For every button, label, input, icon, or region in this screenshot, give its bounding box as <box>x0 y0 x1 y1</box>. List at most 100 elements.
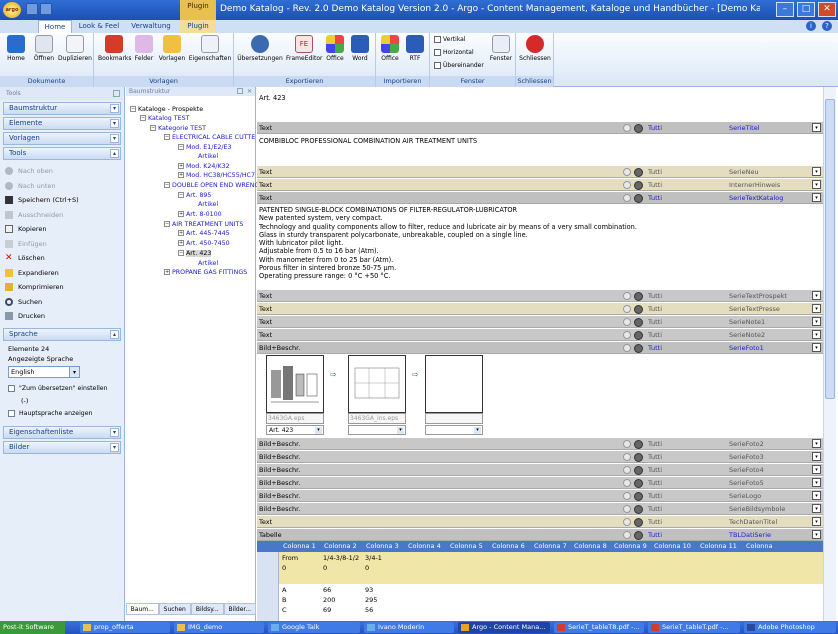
link-arrow-icon[interactable]: ⇨ <box>412 370 422 379</box>
expand-icon[interactable]: + <box>178 163 184 169</box>
taskbar-item[interactable]: prop_offerta <box>80 622 170 633</box>
close-icon[interactable]: ✕ <box>818 2 836 17</box>
collapse-icon[interactable]: − <box>164 221 170 227</box>
vertical-scrollbar[interactable] <box>823 87 836 621</box>
lock-icon[interactable] <box>623 344 631 352</box>
table-cell[interactable]: 66 <box>323 585 331 595</box>
section-elemente[interactable]: Elemente ▾ <box>3 117 121 130</box>
taskbar-item-active[interactable]: Argo - Content Mana... <box>458 622 550 633</box>
section-tools[interactable]: Tools ▴ <box>3 147 121 160</box>
pin-icon[interactable] <box>113 90 120 97</box>
close-icon[interactable]: ✕ <box>247 87 252 96</box>
field-bar[interactable]: Bild+Beschr. Tutti SerieFoto5 ▾ <box>257 477 823 489</box>
field-bar[interactable]: Text Tutti SerieTitel ▾ <box>257 122 823 134</box>
table-cell[interactable]: 0 <box>282 563 286 573</box>
tree-node[interactable]: − ELECTRICAL CABLE CUTTE <box>164 133 255 142</box>
tool-loeschen[interactable]: ✕ Löschen <box>0 251 124 266</box>
chevron-down-icon[interactable]: ▾ <box>812 304 821 313</box>
tab-plugin[interactable]: Plugin <box>180 20 216 33</box>
expand-icon[interactable]: + <box>164 269 170 275</box>
hauptsprache-checkbox[interactable]: Hauptsprache anzeigen <box>8 409 116 418</box>
collapse-icon[interactable]: − <box>178 192 184 198</box>
tree-node[interactable]: − Katalog TEST <box>140 114 189 123</box>
link-icon[interactable] <box>634 331 643 340</box>
expand-icon[interactable]: + <box>178 240 184 246</box>
export-office-button[interactable]: Office <box>324 35 346 67</box>
table-cell[interactable]: 3/4-1 <box>365 553 382 563</box>
schliessen-button[interactable]: Schliessen <box>518 35 552 67</box>
tree-node[interactable]: − Mod. E1/E2/E3 <box>178 143 231 152</box>
tab-baum[interactable]: Baum... <box>126 603 159 615</box>
taskbar-item[interactable]: Ivano Moderin <box>364 622 454 633</box>
lock-icon[interactable] <box>623 440 631 448</box>
field-bar[interactable]: Bild+Beschr. Tutti SerieFoto1 ▾ <box>257 342 823 354</box>
table-cell[interactable]: 0 <box>365 563 369 573</box>
field-bar[interactable]: Bild+Beschr. Tutti SerieFoto2 ▾ <box>257 438 823 450</box>
table-cell[interactable]: 1/4-3/8-1/2 <box>323 553 359 563</box>
katalog-text[interactable]: PATENTED SINGLE-BLOCK COMBINATIONS OF FI… <box>259 206 637 281</box>
collapse-icon[interactable]: − <box>150 125 156 131</box>
tree-node[interactable]: + Mod. K24/K32 <box>178 162 230 171</box>
expand-icon[interactable]: + <box>178 172 184 178</box>
lock-icon[interactable] <box>623 518 631 526</box>
bookmarks-button[interactable]: Bookmarks <box>98 35 132 67</box>
field-bar[interactable]: Bild+Beschr. Tutti SerieLogo ▾ <box>257 490 823 502</box>
table-column-header[interactable]: Colonna 7 <box>534 541 567 552</box>
collapse-icon[interactable]: − <box>140 115 146 121</box>
open-button[interactable]: Öffnen <box>32 35 56 67</box>
import-office-button[interactable]: Office <box>378 35 402 67</box>
table-column-header[interactable]: Colonna <box>746 541 773 552</box>
lock-icon[interactable] <box>623 453 631 461</box>
serie-titel-text[interactable]: COMBIBLOC PROFESSIONAL COMBINATION AIR T… <box>259 137 477 145</box>
table-cell[interactable]: 69 <box>323 605 331 615</box>
frameeditor-button[interactable]: FE FrameEditor <box>286 35 322 67</box>
link-icon[interactable] <box>634 479 643 488</box>
tree-node[interactable]: Artikel <box>198 200 218 209</box>
tool-kopieren[interactable]: Kopieren <box>0 222 124 237</box>
table-cell[interactable]: 0 <box>323 563 327 573</box>
text-area[interactable] <box>257 105 823 123</box>
field-bar[interactable]: Text Tutti SerieNote1 ▾ <box>257 316 823 328</box>
field-bar[interactable]: Text Tutti SerieTextPresse ▾ <box>257 303 823 315</box>
chevron-down-icon[interactable]: ▾ <box>812 123 821 132</box>
import-rtf-button[interactable]: RTF <box>404 35 426 67</box>
lock-icon[interactable] <box>623 168 631 176</box>
image-caption[interactable]: 3463GA.eps <box>266 413 324 424</box>
tool-drucken[interactable]: Drucken <box>0 309 124 324</box>
taskbar-start-item[interactable]: Post-it Software N... <box>0 621 65 634</box>
link-arrow-icon[interactable]: ⇨ <box>330 370 340 379</box>
lock-icon[interactable] <box>623 305 631 313</box>
collapse-icon[interactable]: − <box>130 106 136 112</box>
tool-einfuegen[interactable]: Einfügen <box>0 237 124 252</box>
tree-node[interactable]: Artikel <box>198 152 218 161</box>
tree-node[interactable]: + PROPANE GAS FITTINGS <box>164 268 247 277</box>
link-icon[interactable] <box>634 518 643 527</box>
tree-node[interactable]: − Kataloge - Prospekte <box>130 105 203 114</box>
image-thumbnail[interactable] <box>348 355 406 413</box>
pin-icon[interactable] <box>237 88 243 94</box>
chevron-down-icon[interactable]: ▾ <box>812 317 821 326</box>
taskbar-item[interactable]: SerieT_tableT.pdf -... <box>648 622 740 633</box>
expand-icon[interactable]: + <box>178 230 184 236</box>
link-icon[interactable] <box>634 466 643 475</box>
image-link-select[interactable]: Art. 423 ▾ <box>266 425 324 435</box>
tool-expandieren[interactable]: Expandieren <box>0 266 124 281</box>
table-row[interactable]: A 66 93 <box>257 585 823 595</box>
lock-icon[interactable] <box>623 292 631 300</box>
tree-node[interactable]: − AIR TREATMENT UNITS <box>164 220 243 229</box>
tool-komprimieren[interactable]: Komprimieren <box>0 280 124 295</box>
link-icon[interactable] <box>634 318 643 327</box>
tool-nach-unten[interactable]: Nach unten <box>0 179 124 194</box>
tree-node[interactable]: + Art. 8-0100 <box>178 210 222 219</box>
uebersetzungen-button[interactable]: Übersetzungen <box>236 35 284 67</box>
table-column-header[interactable]: Colonna 4 <box>408 541 441 552</box>
chevron-down-icon[interactable]: ▾ <box>812 193 821 202</box>
tree-node-selected[interactable]: − Art. 423 <box>178 249 212 258</box>
table-cell[interactable]: 200 <box>323 595 335 605</box>
table-column-header[interactable]: Colonna 6 <box>492 541 525 552</box>
article-title[interactable]: Art. 423 <box>259 94 286 102</box>
tab-look-feel[interactable]: Look & Feel <box>76 20 122 33</box>
lock-icon[interactable] <box>623 124 631 132</box>
chevron-down-icon[interactable]: ▾ <box>812 330 821 339</box>
section-eigenschaftenliste[interactable]: Eigenschaftenliste ▾ <box>3 425 121 439</box>
